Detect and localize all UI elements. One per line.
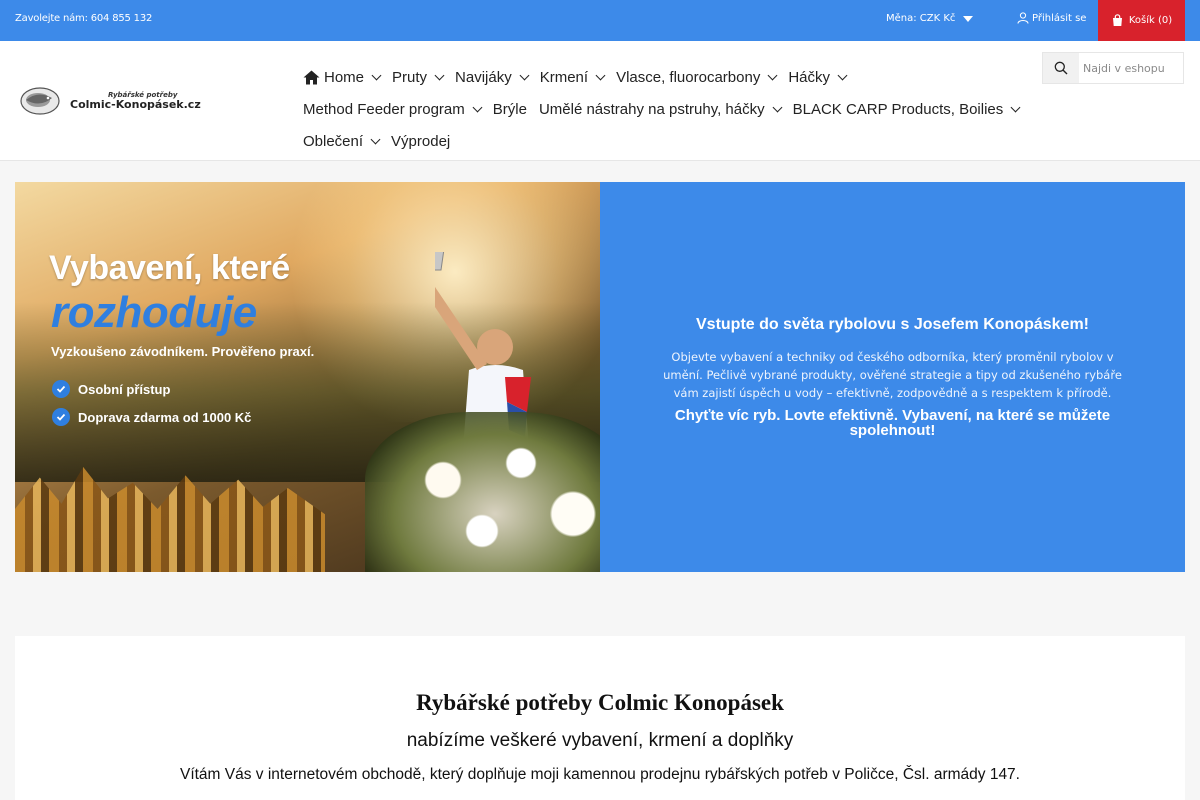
- nav-label: BLACK CARP Products, Boilies: [792, 100, 1004, 118]
- nav-label: Umělé nástrahy na pstruhy, háčky: [538, 100, 765, 118]
- banner-title-line2: rozhoduje: [51, 288, 257, 337]
- banner-title-line1: Vybavení, které: [49, 249, 290, 287]
- chevron-down-icon: [472, 102, 483, 112]
- nav-item-vlasce[interactable]: Vlasce, fluorocarbony: [616, 68, 778, 86]
- hero-cta-text: Chyťte víc ryb. Lovte efektivně. Vybaven…: [674, 407, 1111, 439]
- page-subtitle: nabízíme veškeré vybavení, krmení a dopl…: [406, 730, 794, 751]
- cart-label: Košík (0): [1128, 15, 1173, 26]
- nav-item-obleceni[interactable]: Oblečení: [303, 132, 381, 150]
- currency-selector[interactable]: Měna: CZK Kč: [886, 13, 974, 24]
- chevron-down-icon: [519, 70, 530, 80]
- chevron-down-icon: [767, 70, 778, 80]
- nav-item-pruty[interactable]: Pruty: [392, 68, 445, 86]
- nav-item-krmeni[interactable]: Krmení: [539, 68, 606, 86]
- fish-logo-icon: [20, 87, 60, 115]
- search-box: [1042, 52, 1184, 84]
- main-navigation: Home Pruty Navijáky Krmení Vlasce, fluor…: [303, 61, 1033, 157]
- currency-label: Měna: CZK Kč: [886, 13, 956, 24]
- search-icon: [1054, 61, 1068, 75]
- caret-down-icon: [963, 15, 974, 22]
- banner-subtitle: Vyzkoušeno závodníkem. Prověřeno praxí.: [51, 344, 315, 359]
- nav-label: Vlasce, fluorocarbony: [616, 68, 761, 86]
- hero-heading: Vstupte do světa rybolovu s Josefem Kono…: [696, 316, 1089, 333]
- chevron-down-icon: [595, 70, 606, 80]
- nav-label: Oblečení: [303, 132, 364, 150]
- nav-label: Háčky: [788, 68, 831, 86]
- hero-text-panel: Vstupte do světa rybolovu s Josefem Kono…: [600, 182, 1185, 572]
- chevron-down-icon: [772, 102, 783, 112]
- nav-label: Krmení: [539, 68, 589, 86]
- home-icon: [303, 70, 320, 84]
- nav-label: Pruty: [392, 68, 428, 86]
- nav-label: Method Feeder program: [303, 100, 465, 118]
- nav-item-method-feeder[interactable]: Method Feeder program: [303, 100, 483, 118]
- page-title: Rybářské potřeby Colmic Konopásek: [416, 690, 784, 715]
- banner-benefit: Doprava zdarma od 1000 Kč: [52, 408, 251, 426]
- cart-button[interactable]: Košík (0): [1098, 0, 1185, 41]
- chevron-down-icon: [434, 70, 445, 80]
- search-button[interactable]: [1043, 53, 1079, 83]
- intro-section: Rybářské potřeby Colmic Konopásek nabízí…: [15, 636, 1185, 800]
- checkmark-icon: [52, 408, 70, 426]
- intro-text: Vítám Vás v internetovém obchodě, který …: [179, 766, 1020, 783]
- login-label: Přihlásit se: [1032, 12, 1087, 24]
- user-icon: [1017, 12, 1029, 24]
- hero-paragraph: Objevte vybavení a techniky od českého o…: [663, 350, 1122, 400]
- banner-benefit: Osobní přístup: [52, 380, 170, 398]
- nav-label: Brýle: [492, 100, 527, 118]
- chevron-down-icon: [1010, 102, 1021, 112]
- nav-item-hacky[interactable]: Háčky: [788, 68, 848, 86]
- site-logo[interactable]: Rybářské potřeby Colmic-Konopásek.cz: [18, 81, 203, 121]
- benefit-label: Osobní přístup: [78, 381, 171, 397]
- shopping-bag-icon: [1112, 14, 1122, 26]
- nav-item-home[interactable]: Home: [303, 68, 382, 86]
- hero-banner: Vybavení, které rozhoduje Vyzkoušeno záv…: [15, 182, 1185, 572]
- nav-item-navijaky[interactable]: Navijáky: [455, 68, 530, 86]
- header: Rybářské potřeby Colmic-Konopásek.cz Hom…: [0, 41, 1200, 161]
- chevron-down-icon: [837, 70, 848, 80]
- nav-label: Navijáky: [455, 68, 512, 86]
- hero-image[interactable]: Vybavení, které rozhoduje Vyzkoušeno záv…: [15, 182, 600, 572]
- checkmark-icon: [52, 380, 70, 398]
- trophies: [15, 467, 325, 572]
- chevron-down-icon: [370, 134, 381, 144]
- nav-item-black-carp[interactable]: BLACK CARP Products, Boilies: [792, 100, 1021, 118]
- contact-phone[interactable]: Zavolejte nám: 604 855 132: [15, 13, 152, 24]
- chevron-down-icon: [371, 70, 382, 80]
- nav-item-bryle[interactable]: Brýle: [493, 101, 527, 118]
- flowers: [365, 412, 600, 572]
- logo-name: Colmic-Konopásek.cz: [70, 97, 201, 111]
- nav-label: Home: [324, 68, 365, 86]
- benefit-label: Doprava zdarma od 1000 Kč: [78, 409, 252, 425]
- search-input[interactable]: [1079, 53, 1183, 83]
- login-link[interactable]: Přihlásit se: [1017, 12, 1086, 24]
- nav-item-umele-nastrahy[interactable]: Umělé nástrahy na pstruhy, háčky: [538, 100, 783, 118]
- nav-item-vyprodej[interactable]: Výprodej: [391, 133, 450, 150]
- top-bar: Zavolejte nám: 604 855 132 Měna: CZK Kč …: [0, 0, 1200, 41]
- nav-label: Výprodej: [391, 132, 451, 150]
